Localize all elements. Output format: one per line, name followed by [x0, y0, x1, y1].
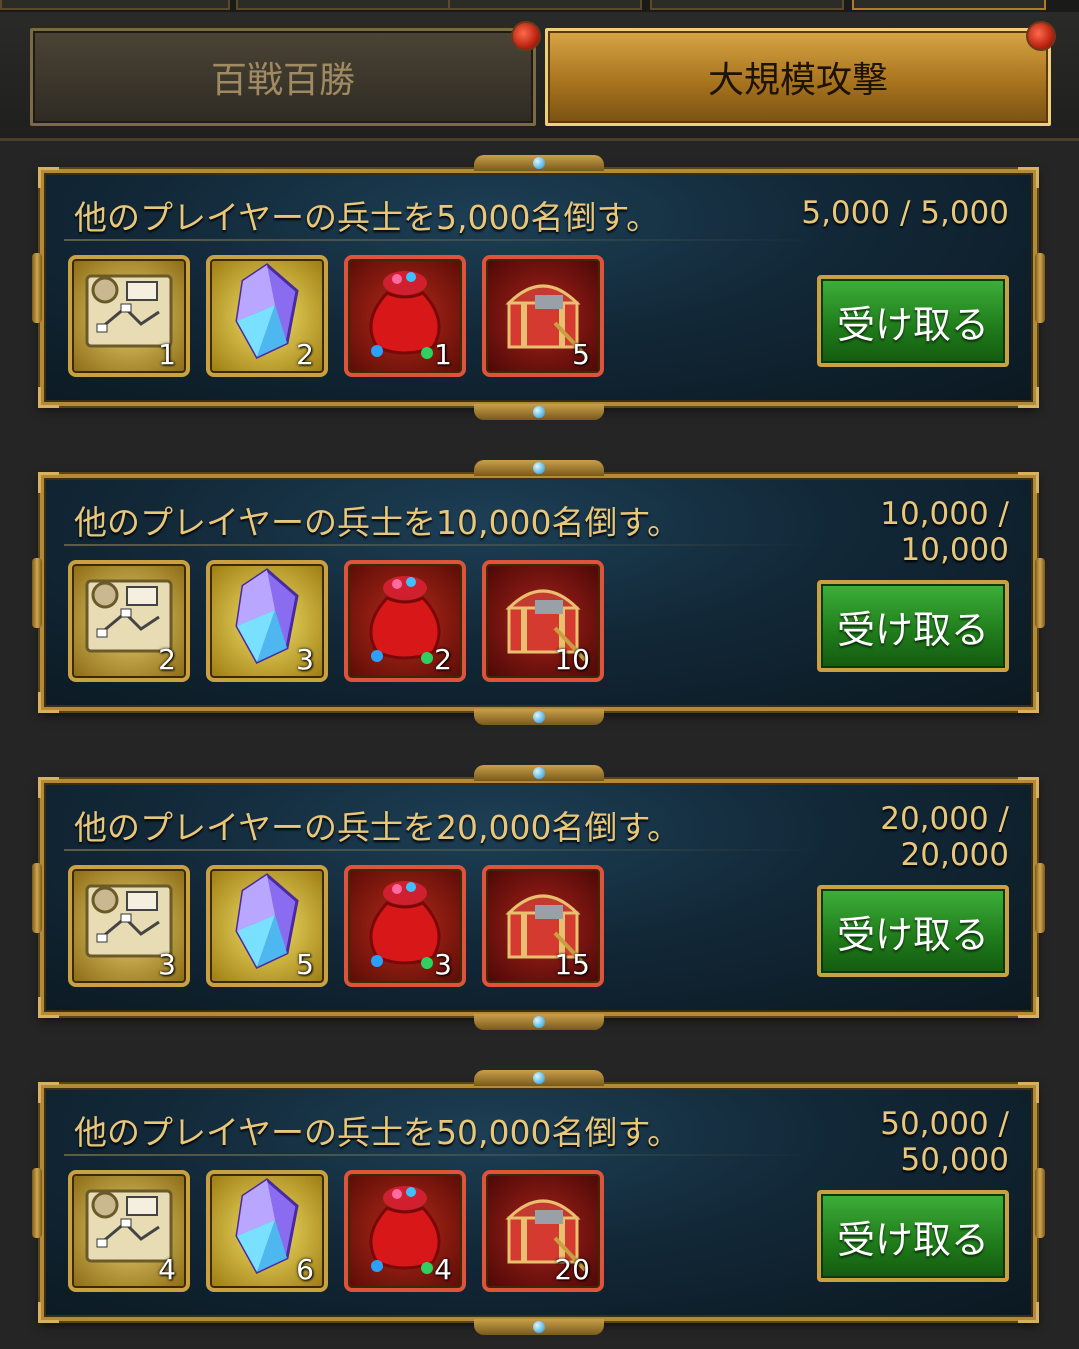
progress-line: 5,000 / 5,000	[801, 195, 1009, 231]
quest-card: 他のプレイヤーの兵士を5,000名倒す。 5,000 / 5,000 1 2 1…	[32, 155, 1045, 420]
quest-title: 他のプレイヤーの兵士を50,000名倒す。	[74, 1113, 681, 1152]
reward-count: 4	[434, 1253, 452, 1286]
card-ornament	[473, 460, 604, 476]
top-tab-stub[interactable]	[448, 0, 642, 10]
progress-line: 10,000	[900, 532, 1009, 568]
claim-button[interactable]: 受け取る	[817, 580, 1009, 672]
tab-large-scale-attack[interactable]: 大規模攻撃	[545, 21, 1056, 126]
reward-count: 2	[158, 643, 176, 676]
reward-gift-bag[interactable]: 1	[344, 255, 466, 377]
tab-label: 大規模攻撃	[707, 60, 888, 101]
reward-count: 1	[434, 338, 452, 371]
card-ornament	[473, 709, 604, 725]
reward-gift-bag[interactable]: 3	[344, 865, 466, 987]
claim-button[interactable]: 受け取る	[817, 1190, 1009, 1282]
quest-card: 他のプレイヤーの兵士を50,000名倒す。 50,000 / 50,000 4	[32, 1070, 1045, 1335]
quest-card: 他のプレイヤーの兵士を20,000名倒す。 20,000 / 20,000 3	[32, 765, 1045, 1030]
quest-progress: 5,000 / 5,000	[769, 195, 1009, 231]
reward-count: 1	[158, 338, 176, 371]
progress-line: 20,000 /	[880, 801, 1009, 837]
card-ornament	[473, 765, 604, 781]
progress-line: 20,000	[900, 837, 1009, 873]
tab-hyakusen-hyakusho[interactable]: 百戦百勝	[30, 21, 541, 126]
reward-count: 5	[296, 948, 314, 981]
quest-progress: 10,000 / 10,000	[769, 496, 1009, 568]
reward-gift-bag[interactable]: 2	[344, 560, 466, 682]
crystal-icon	[235, 1178, 299, 1275]
quest-progress: 20,000 / 20,000	[769, 801, 1009, 873]
reward-map[interactable]: 4	[68, 1170, 190, 1292]
reward-treasure-chest[interactable]: 5	[482, 255, 604, 377]
reward-treasure-chest[interactable]: 20	[482, 1170, 604, 1292]
reward-map[interactable]: 1	[68, 255, 190, 377]
reward-count: 2	[296, 338, 314, 371]
reward-count: 3	[434, 948, 452, 981]
reward-count: 4	[158, 1253, 176, 1286]
notification-badge	[1026, 21, 1056, 51]
reward-gift-bag[interactable]: 4	[344, 1170, 466, 1292]
crystal-icon	[235, 873, 299, 970]
top-tab-stub[interactable]	[0, 0, 230, 10]
crystal-icon	[235, 263, 299, 360]
reward-treasure-chest[interactable]: 10	[482, 560, 604, 682]
claim-button[interactable]: 受け取る	[817, 275, 1009, 367]
tab-label: 百戦百勝	[210, 60, 355, 101]
reward-crystal[interactable]: 6	[206, 1170, 328, 1292]
top-tab-stub[interactable]	[650, 0, 844, 10]
reward-crystal[interactable]: 3	[206, 560, 328, 682]
card-ornament	[473, 1319, 604, 1335]
reward-crystal[interactable]: 2	[206, 255, 328, 377]
reward-count: 3	[158, 948, 176, 981]
reward-count: 20	[554, 1253, 590, 1286]
card-ornament	[473, 404, 604, 420]
card-ornament	[473, 1014, 604, 1030]
quest-title: 他のプレイヤーの兵士を10,000名倒す。	[74, 503, 681, 542]
progress-line: 10,000 /	[880, 496, 1009, 532]
reward-count: 2	[434, 643, 452, 676]
reward-count: 3	[296, 643, 314, 676]
progress-line: 50,000 /	[880, 1106, 1009, 1142]
card-ornament	[473, 1070, 604, 1086]
tabs-bar: 百戦百勝 大規模攻撃	[0, 12, 1079, 141]
quest-title: 他のプレイヤーの兵士を20,000名倒す。	[74, 808, 681, 847]
reward-treasure-chest[interactable]: 15	[482, 865, 604, 987]
reward-count: 10	[554, 643, 590, 676]
top-tab-strip	[0, 0, 1079, 12]
claim-button[interactable]: 受け取る	[817, 885, 1009, 977]
quest-card: 他のプレイヤーの兵士を10,000名倒す。 10,000 / 10,000 2	[32, 460, 1045, 725]
quest-title: 他のプレイヤーの兵士を5,000名倒す。	[74, 198, 660, 237]
card-ornament	[473, 155, 604, 171]
progress-line: 50,000	[900, 1142, 1009, 1178]
reward-count: 15	[554, 948, 590, 981]
reward-map[interactable]: 2	[68, 560, 190, 682]
top-tab-stub[interactable]	[852, 0, 1046, 10]
quest-progress: 50,000 / 50,000	[769, 1106, 1009, 1178]
reward-count: 6	[296, 1253, 314, 1286]
notification-badge	[511, 21, 541, 51]
reward-crystal[interactable]: 5	[206, 865, 328, 987]
reward-map[interactable]: 3	[68, 865, 190, 987]
crystal-icon	[235, 568, 299, 665]
reward-count: 5	[572, 338, 590, 371]
